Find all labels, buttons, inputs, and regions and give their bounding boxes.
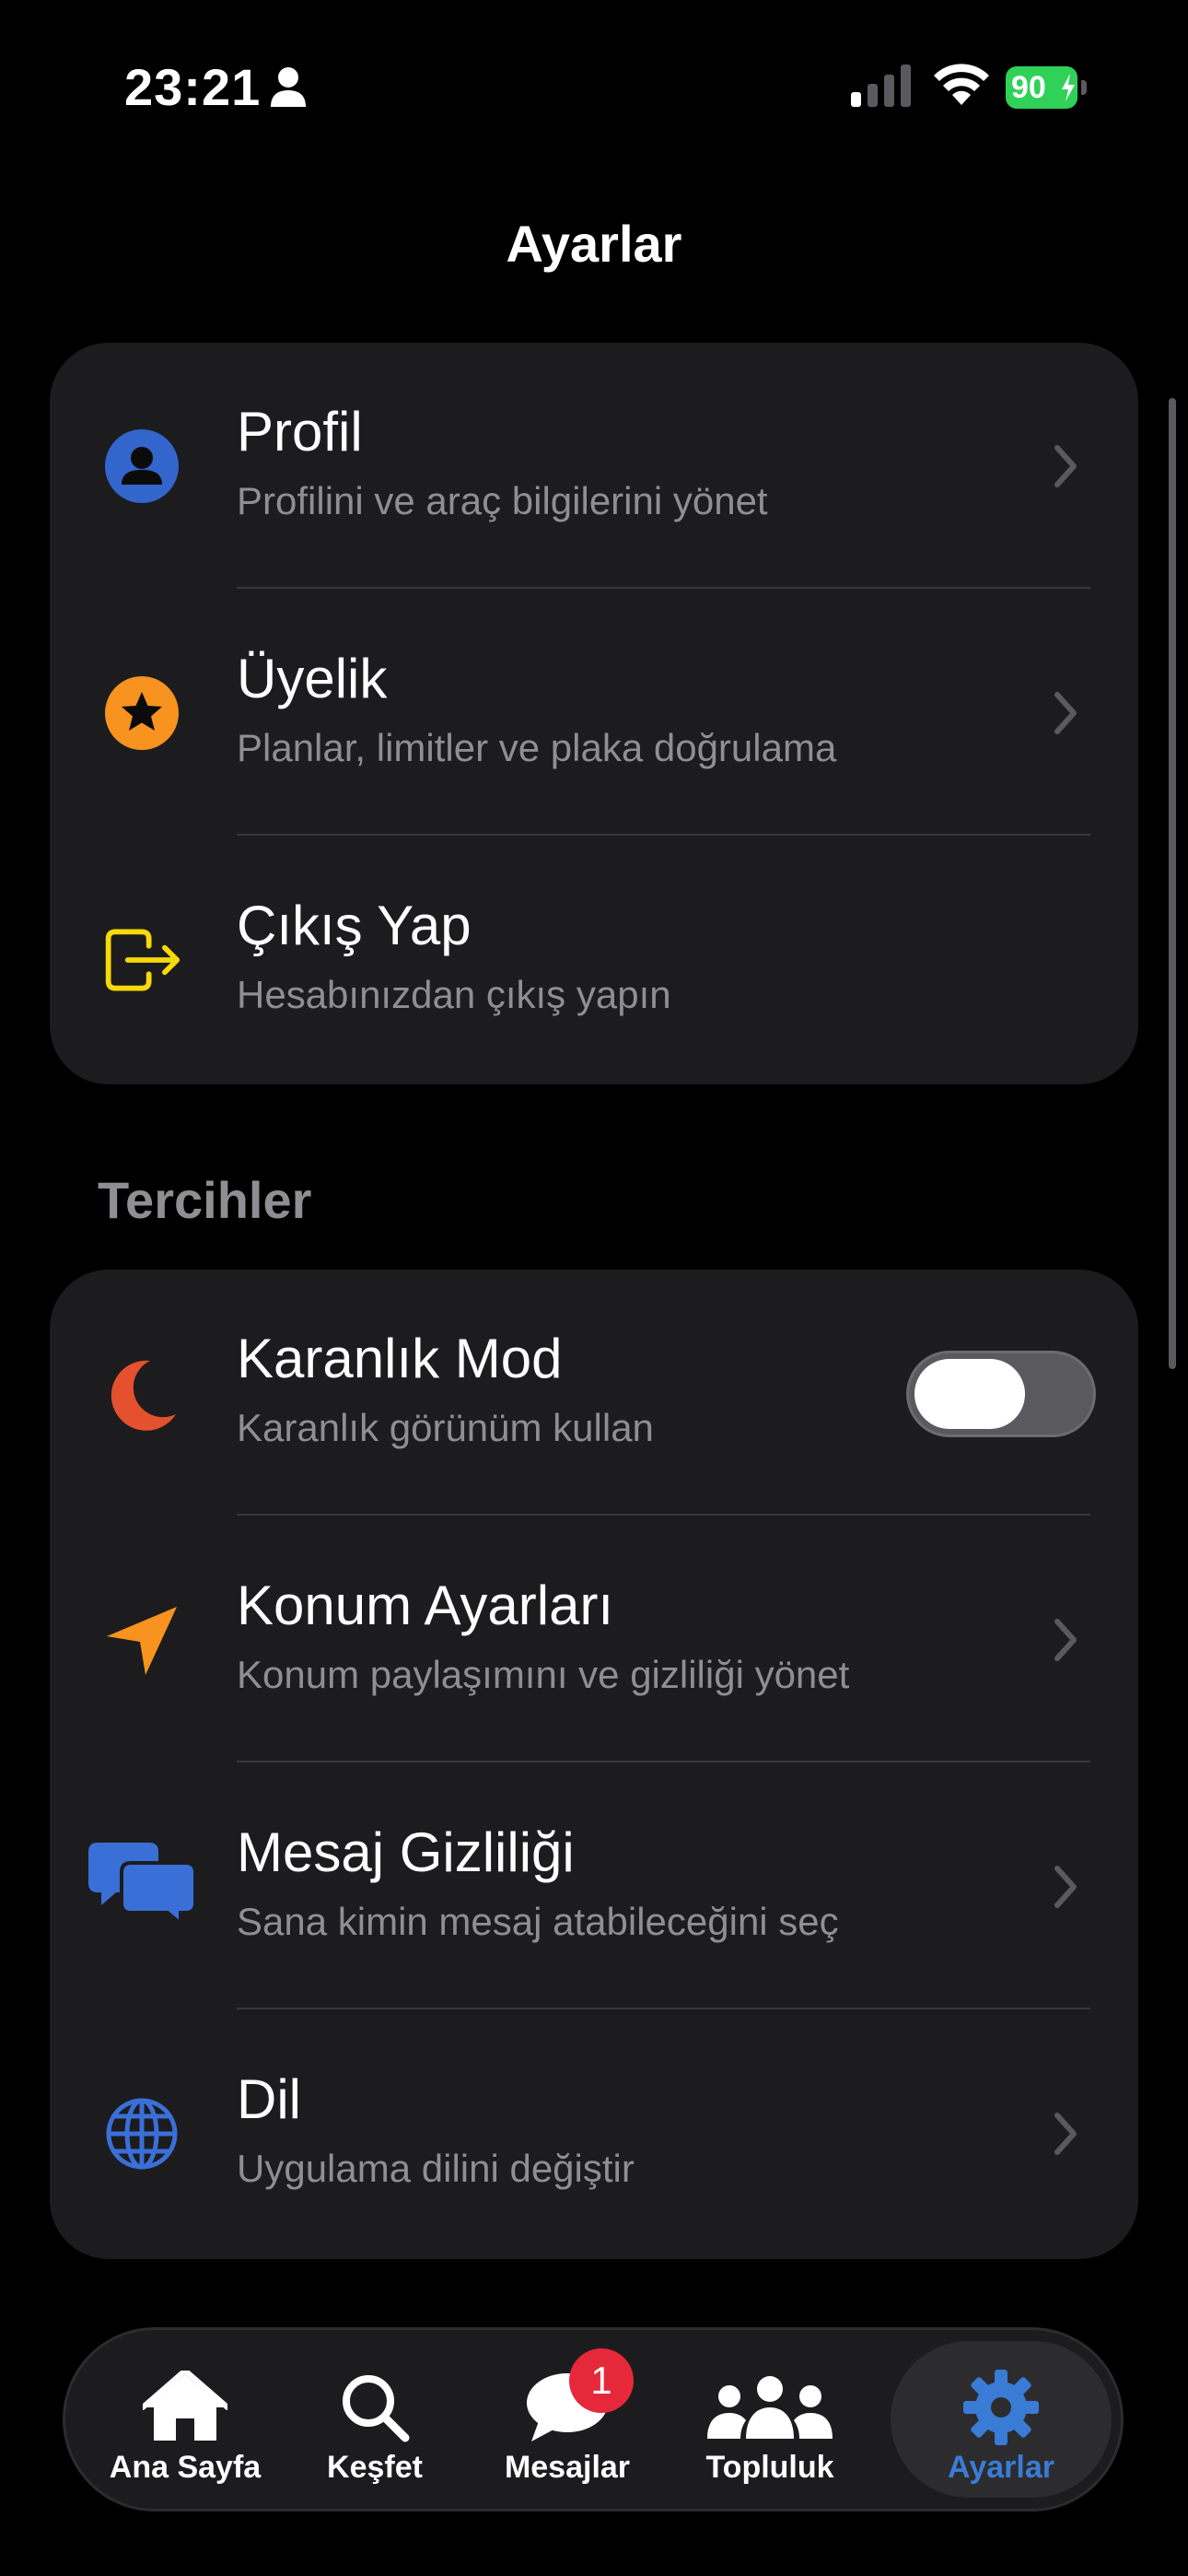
tab-label: Ayarlar — [948, 2450, 1054, 2485]
settings-row-membership[interactable]: Üyelik Planlar, limitler ve plaka doğrul… — [50, 590, 1138, 837]
row-title: Üyelik — [237, 648, 388, 709]
row-subtitle: Sana kimin mesaj atabileceğini seç — [237, 1900, 839, 1943]
chevron-right-icon — [1054, 1866, 1077, 1908]
settings-row-profile[interactable]: Profil Profilini ve araç bilgilerini yön… — [50, 343, 1138, 590]
signal-icon — [851, 64, 911, 107]
row-title: Konum Ayarları — [237, 1575, 614, 1636]
preferences-card: Karanlık Mod Karanlık görünüm kullan Kon… — [50, 1270, 1138, 2259]
home-icon — [139, 2369, 231, 2446]
settings-row-language[interactable]: Dil Uygulama dilini değiştir — [50, 2010, 1138, 2257]
people-icon — [705, 2369, 834, 2446]
tab-home[interactable]: Ana Sayfa — [84, 2330, 286, 2509]
charging-bolt-icon — [1062, 74, 1075, 101]
person-circle-icon — [101, 426, 182, 507]
row-subtitle: Uygulama dilini değiştir — [237, 2147, 635, 2190]
divider — [237, 1514, 1090, 1516]
divider — [237, 2008, 1090, 2009]
row-title: Mesaj Gizliliği — [237, 1821, 575, 1883]
row-title: Çıkış Yap — [237, 895, 472, 956]
scrollbar[interactable] — [1169, 398, 1176, 1369]
settings-row-logout[interactable]: Çıkış Yap Hesabınızdan çıkış yapın — [50, 837, 1138, 1083]
tab-label: Topluluk — [705, 2450, 834, 2485]
tab-community[interactable]: Topluluk — [669, 2330, 871, 2509]
row-title: Karanlık Mod — [237, 1328, 563, 1389]
battery-indicator: 90 — [1006, 66, 1087, 109]
toggle-knob — [914, 1359, 1025, 1429]
chevron-right-icon — [1054, 445, 1077, 487]
settings-row-dark-mode: Karanlık Mod Karanlık görünüm kullan — [50, 1270, 1138, 1516]
row-title: Dil — [237, 2068, 301, 2130]
star-circle-icon — [101, 673, 182, 754]
status-bar: 23:21 90 — [0, 0, 1188, 175]
status-time: 23:21 — [124, 58, 262, 116]
divider — [237, 587, 1090, 589]
row-subtitle: Profilini ve araç bilgilerini yönet — [237, 479, 768, 522]
row-subtitle: Karanlık görünüm kullan — [237, 1406, 654, 1449]
search-icon — [329, 2369, 421, 2446]
section-header-preferences: Tercihler — [98, 1171, 312, 1229]
globe-icon — [101, 2093, 182, 2174]
person-icon — [271, 67, 306, 107]
row-subtitle: Konum paylaşımını ve gizliliği yönet — [237, 1653, 850, 1696]
chevron-right-icon — [1054, 2113, 1077, 2155]
wifi-icon — [934, 64, 989, 105]
tab-messages[interactable]: 1 Mesajlar — [466, 2330, 669, 2509]
tab-settings[interactable]: Ayarlar — [891, 2341, 1112, 2498]
gear-icon — [955, 2369, 1047, 2446]
dark-mode-toggle[interactable] — [906, 1351, 1096, 1437]
tab-label: Mesajlar — [504, 2450, 631, 2485]
divider — [237, 834, 1090, 836]
tab-explore[interactable]: Keşfet — [274, 2330, 476, 2509]
settings-row-message-privacy[interactable]: Mesaj Gizliliği Sana kimin mesaj atabile… — [50, 1763, 1138, 2010]
row-subtitle: Hesabınızdan çıkış yapın — [237, 973, 671, 1016]
page-title: Ayarlar — [506, 215, 682, 273]
battery-level: 90 — [1011, 69, 1046, 105]
tab-label: Keşfet — [327, 2450, 423, 2485]
account-card: Profil Profilini ve araç bilgilerini yön… — [50, 343, 1138, 1084]
tab-label: Ana Sayfa — [109, 2450, 262, 2485]
location-arrow-icon — [101, 1599, 182, 1680]
row-subtitle: Planlar, limitler ve plaka doğrulama — [237, 726, 837, 769]
chat-bubbles-icon — [88, 1841, 195, 1924]
unread-badge: 1 — [569, 2348, 634, 2413]
moon-icon — [101, 1354, 182, 1435]
logout-icon — [101, 919, 182, 1001]
divider — [237, 1761, 1090, 1762]
chevron-right-icon — [1054, 692, 1077, 734]
settings-row-location[interactable]: Konum Ayarları Konum paylaşımını ve gizl… — [50, 1516, 1138, 1763]
tab-bar: Ana Sayfa Keşfet 1 Mesajlar Topluluk Aya… — [63, 2327, 1124, 2512]
row-title: Profil — [237, 401, 363, 463]
chevron-right-icon — [1054, 1619, 1077, 1661]
